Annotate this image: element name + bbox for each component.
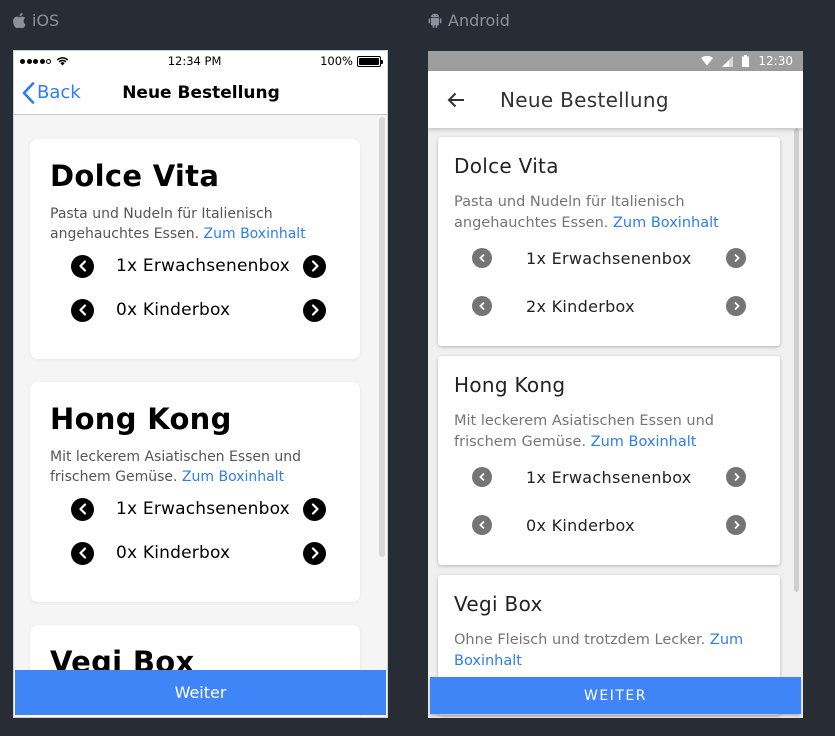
ios-card-description: Pasta und Nudeln für Italienisch angehau… bbox=[50, 204, 350, 244]
ios-adult-box-stepper: 1x Erwachsenenbox bbox=[71, 487, 340, 531]
android-kids-box-stepper: 2x Kinderbox bbox=[472, 282, 764, 330]
android-increase-button[interactable] bbox=[726, 515, 746, 535]
android-phone-screen: 12:30 Neue Bestellung Dolce Vita Pasta u… bbox=[428, 51, 803, 718]
ios-decrease-button[interactable] bbox=[71, 298, 94, 322]
ios-back-label: Back bbox=[37, 82, 81, 103]
chevron-right-icon bbox=[311, 260, 319, 272]
chevron-left-icon bbox=[478, 520, 485, 530]
ios-battery-percent: 100% bbox=[320, 54, 353, 68]
chevron-left-icon bbox=[478, 472, 485, 482]
android-status-bar: 12:30 bbox=[428, 51, 803, 71]
android-back-button[interactable] bbox=[445, 89, 467, 111]
android-increase-button[interactable] bbox=[726, 248, 746, 268]
ios-weiter-button[interactable]: Weiter bbox=[15, 670, 386, 715]
android-box-card-hong-kong: Hong Kong Mit leckerem Asiatischen Essen… bbox=[438, 356, 780, 565]
android-card-title: Hong Kong bbox=[454, 373, 566, 397]
chevron-left-icon bbox=[78, 260, 86, 272]
android-adult-box-stepper: 1x Erwachsenenbox bbox=[472, 234, 764, 282]
wifi-icon bbox=[56, 57, 69, 66]
android-scrollbar[interactable] bbox=[794, 128, 799, 592]
android-kids-box-stepper: 0x Kinderbox bbox=[472, 501, 764, 549]
chevron-right-icon bbox=[733, 472, 740, 482]
ios-kids-box-count: 0x Kinderbox bbox=[116, 300, 231, 320]
battery-icon bbox=[356, 55, 383, 67]
android-kids-box-count: 2x Kinderbox bbox=[526, 296, 635, 316]
chevron-right-icon bbox=[311, 304, 319, 316]
ios-increase-button[interactable] bbox=[303, 541, 326, 565]
chevron-right-icon bbox=[311, 503, 319, 515]
android-app-bar: Neue Bestellung bbox=[428, 71, 803, 128]
chevron-left-icon bbox=[22, 81, 35, 104]
ios-scrollbar[interactable] bbox=[379, 117, 385, 557]
android-decrease-button[interactable] bbox=[472, 467, 492, 487]
android-card-description: Pasta und Nudeln für Italienisch angehau… bbox=[454, 192, 754, 234]
wifi-icon bbox=[701, 56, 714, 66]
ios-decrease-button[interactable] bbox=[71, 541, 94, 565]
android-kids-box-count: 0x Kinderbox bbox=[526, 515, 635, 535]
ios-card-description: Mit leckerem Asiatischen Essen und frisc… bbox=[50, 447, 350, 487]
ios-box-content-link[interactable]: Zum Boxinhalt bbox=[204, 226, 306, 242]
ios-status-time: 12:34 PM bbox=[167, 54, 222, 68]
android-card-title: Dolce Vita bbox=[454, 154, 559, 178]
android-increase-button[interactable] bbox=[726, 467, 746, 487]
chevron-left-icon bbox=[78, 304, 86, 316]
android-status-time: 12:30 bbox=[758, 54, 793, 68]
ios-status-bar: 12:34 PM 100% bbox=[14, 51, 387, 71]
android-adult-box-count: 1x Erwachsenenbox bbox=[526, 248, 692, 268]
ios-kids-box-count: 0x Kinderbox bbox=[116, 543, 231, 563]
ios-adult-box-count: 1x Erwachsenenbox bbox=[116, 256, 290, 276]
chevron-left-icon bbox=[78, 503, 86, 515]
android-card-title: Vegi Box bbox=[454, 592, 543, 616]
ios-adult-box-stepper: 1x Erwachsenenbox bbox=[71, 244, 340, 288]
ios-box-card-hong-kong: Hong Kong Mit leckerem Asiatischen Essen… bbox=[30, 382, 360, 602]
chevron-left-icon bbox=[78, 547, 86, 559]
ios-kids-box-stepper: 0x Kinderbox bbox=[71, 531, 340, 575]
ios-box-content-link[interactable]: Zum Boxinhalt bbox=[182, 469, 284, 485]
android-decrease-button[interactable] bbox=[472, 515, 492, 535]
chevron-right-icon bbox=[311, 547, 319, 559]
android-card-description: Mit leckerem Asiatischen Essen und frisc… bbox=[454, 411, 754, 453]
chevron-right-icon bbox=[733, 301, 740, 311]
android-increase-button[interactable] bbox=[726, 296, 746, 316]
android-box-content-link[interactable]: Zum Boxinhalt bbox=[591, 434, 697, 450]
ios-decrease-button[interactable] bbox=[71, 254, 94, 278]
ios-card-title: Dolce Vita bbox=[50, 159, 220, 193]
arrow-left-icon bbox=[447, 92, 464, 107]
apple-icon bbox=[13, 13, 26, 28]
android-card-description-text: Ohne Fleisch und trotzdem Lecker. bbox=[454, 632, 710, 648]
ios-card-title: Hong Kong bbox=[50, 402, 232, 436]
android-icon bbox=[428, 13, 442, 28]
signal-dots-icon bbox=[20, 58, 51, 64]
chevron-left-icon bbox=[478, 301, 485, 311]
android-box-content-link[interactable]: Zum Boxinhalt bbox=[613, 215, 719, 231]
android-adult-box-count: 1x Erwachsenenbox bbox=[526, 467, 692, 487]
android-box-card-dolce-vita: Dolce Vita Pasta und Nudeln für Italieni… bbox=[438, 137, 780, 346]
android-page-title: Neue Bestellung bbox=[500, 87, 669, 112]
ios-increase-button[interactable] bbox=[303, 298, 326, 322]
ios-platform-label: iOS bbox=[13, 11, 59, 30]
ios-decrease-button[interactable] bbox=[71, 497, 94, 521]
chevron-left-icon bbox=[478, 253, 485, 263]
ios-adult-box-count: 1x Erwachsenenbox bbox=[116, 499, 290, 519]
ios-navigation-bar: Back Neue Bestellung bbox=[14, 71, 387, 115]
ios-phone-screen: 12:34 PM 100% Back Neue Bestellung Dolce… bbox=[13, 50, 388, 718]
ios-kids-box-stepper: 0x Kinderbox bbox=[71, 288, 340, 332]
android-decrease-button[interactable] bbox=[472, 248, 492, 268]
cell-signal-icon bbox=[722, 55, 734, 67]
ios-box-card-dolce-vita: Dolce Vita Pasta und Nudeln für Italieni… bbox=[30, 139, 360, 359]
android-label-text: Android bbox=[448, 11, 510, 30]
android-weiter-button[interactable]: WEITER bbox=[430, 677, 801, 714]
chevron-right-icon bbox=[733, 253, 740, 263]
ios-card-list[interactable]: Dolce Vita Pasta und Nudeln für Italieni… bbox=[14, 115, 387, 717]
ios-back-button[interactable]: Back bbox=[22, 81, 81, 104]
android-platform-label: Android bbox=[428, 11, 510, 30]
ios-label-text: iOS bbox=[32, 11, 60, 30]
ios-increase-button[interactable] bbox=[303, 254, 326, 278]
android-card-description: Ohne Fleisch und trotzdem Lecker. Zum Bo… bbox=[454, 630, 754, 672]
android-decrease-button[interactable] bbox=[472, 296, 492, 316]
ios-increase-button[interactable] bbox=[303, 497, 326, 521]
battery-icon bbox=[742, 55, 750, 67]
android-adult-box-stepper: 1x Erwachsenenbox bbox=[472, 453, 764, 501]
chevron-right-icon bbox=[733, 520, 740, 530]
